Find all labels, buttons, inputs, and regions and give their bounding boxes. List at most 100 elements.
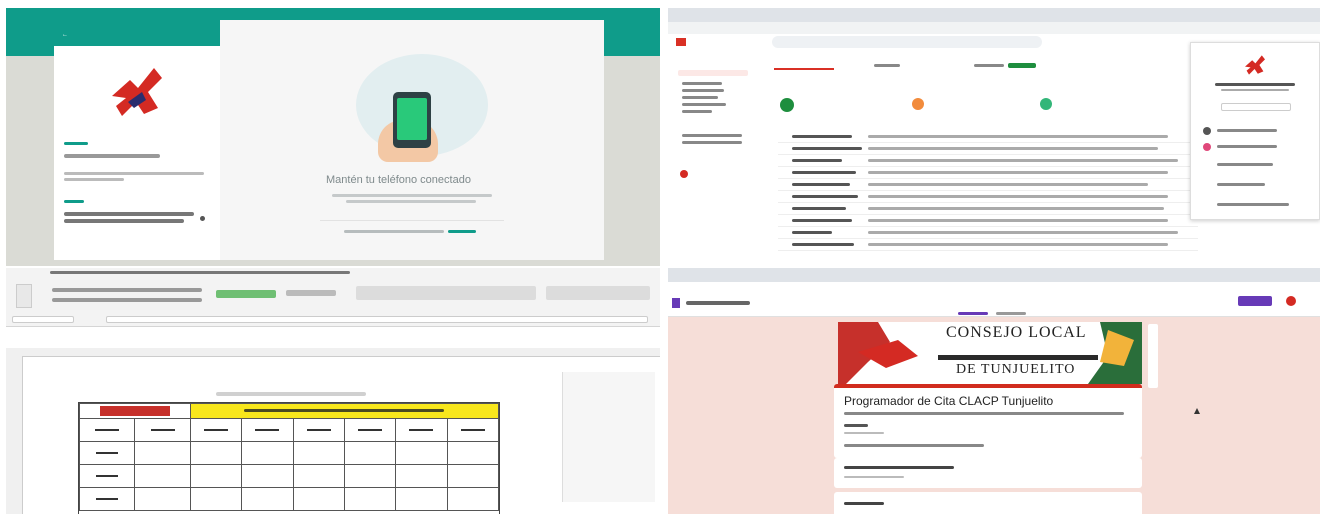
suggestion-avatar-3[interactable] [1040, 98, 1052, 110]
table-cell[interactable] [241, 464, 294, 488]
table-cell[interactable] [292, 441, 345, 465]
sidebar-item-sent[interactable] [682, 96, 718, 99]
styles-gallery[interactable] [356, 286, 536, 300]
number-format-select[interactable] [286, 290, 336, 296]
edit-pencil-icon[interactable] [200, 216, 205, 221]
tab-promotions[interactable] [974, 64, 1004, 67]
form-title-card[interactable]: Programador de Cita CLACP Tunjuelito [834, 384, 1142, 458]
header-cell[interactable] [241, 418, 294, 442]
email-row[interactable] [778, 192, 1198, 203]
send-button[interactable] [1238, 296, 1272, 306]
font-controls[interactable] [52, 288, 202, 292]
email-row[interactable] [778, 132, 1198, 143]
account-item[interactable] [1217, 163, 1273, 166]
suggestion-avatar[interactable] [780, 98, 794, 112]
table-cell[interactable] [395, 464, 448, 488]
header-cell[interactable] [189, 418, 243, 442]
email-row[interactable] [778, 156, 1198, 167]
tab-responses[interactable] [996, 312, 1026, 315]
name-box[interactable] [12, 316, 74, 323]
answer-input[interactable] [844, 476, 904, 478]
download-link-accent[interactable] [448, 230, 476, 233]
windows-download-link[interactable] [344, 230, 444, 233]
table-cell[interactable] [189, 487, 243, 511]
table-cell[interactable] [292, 464, 345, 488]
table-cell[interactable] [343, 441, 397, 465]
question-card[interactable] [834, 492, 1142, 514]
tab-questions[interactable] [958, 312, 988, 315]
table-cell[interactable] [446, 441, 500, 465]
header-cell[interactable] [78, 418, 136, 442]
sidebar-item-snoozed[interactable] [682, 89, 724, 92]
table-cell[interactable] [343, 487, 397, 511]
header-cell[interactable] [343, 418, 397, 442]
header-cell[interactable] [134, 418, 191, 442]
sidebar-item-drafts[interactable] [682, 103, 726, 106]
table-cell[interactable] [343, 464, 397, 488]
table-cell[interactable] [134, 487, 191, 511]
browser-address-bar[interactable] [668, 22, 1320, 34]
account-item[interactable] [1217, 145, 1277, 148]
editing-group[interactable] [546, 286, 650, 300]
question-card[interactable] [834, 458, 1142, 488]
form-help-text [844, 444, 984, 447]
header-cell[interactable] [292, 418, 345, 442]
back-arrow-icon[interactable]: ← [62, 32, 68, 38]
email-row[interactable] [778, 180, 1198, 191]
table-cell[interactable] [395, 441, 448, 465]
mail-search-input[interactable] [772, 36, 1042, 48]
paste-button[interactable] [16, 284, 32, 308]
form-floating-toolbar[interactable] [1148, 324, 1158, 388]
email-row[interactable] [778, 204, 1198, 215]
time-cell[interactable] [78, 487, 136, 511]
sidebar-item-meet[interactable] [682, 134, 742, 137]
table-cell[interactable] [446, 464, 500, 488]
email-row[interactable] [778, 144, 1198, 155]
suggestion-avatar-2[interactable] [912, 98, 924, 110]
table-cell[interactable] [189, 441, 243, 465]
table-cell[interactable] [189, 464, 243, 488]
hangouts-avatar[interactable] [680, 170, 688, 178]
name-label [64, 142, 88, 145]
time-cell[interactable] [78, 441, 136, 465]
merge-center-button[interactable] [216, 290, 276, 298]
account-avatar[interactable] [1203, 127, 1211, 135]
sidebar-item-inbox[interactable] [678, 70, 748, 76]
tab-social[interactable] [874, 64, 900, 67]
table-title-cell[interactable] [189, 403, 500, 419]
whatsapp-web-window: ← Mantén tu teléfono conectado [6, 8, 660, 266]
table-cell[interactable] [395, 487, 448, 511]
table-cell[interactable] [446, 487, 500, 511]
email-row[interactable] [778, 228, 1198, 239]
sidebar-item-starred[interactable] [682, 82, 722, 85]
ribbon-tabs[interactable] [50, 271, 350, 274]
tab-primary[interactable] [774, 58, 834, 70]
email-row[interactable] [778, 216, 1198, 227]
browser-tabstrip [668, 268, 1320, 282]
account-avatar[interactable] [1203, 143, 1211, 151]
sign-out-item[interactable] [1217, 203, 1289, 206]
form-doc-title[interactable] [686, 301, 750, 305]
time-cell[interactable] [78, 464, 136, 488]
manage-account-button[interactable] [1221, 103, 1291, 111]
email-row[interactable] [778, 168, 1198, 179]
formula-bar[interactable] [106, 316, 648, 323]
account-item[interactable] [1217, 129, 1277, 132]
table-cell[interactable] [241, 487, 294, 511]
account-switcher-popup [1190, 42, 1320, 220]
add-account-item[interactable] [1217, 183, 1265, 186]
user-avatar[interactable] [1286, 296, 1296, 306]
table-cell[interactable] [241, 441, 294, 465]
table-cell[interactable] [134, 441, 191, 465]
email-row[interactable] [778, 240, 1198, 251]
sidebar-item-join[interactable] [682, 141, 742, 144]
table-logo-cell[interactable] [79, 403, 191, 419]
header-cell[interactable] [395, 418, 448, 442]
table-cell[interactable] [292, 487, 345, 511]
table-title [244, 409, 445, 412]
header-cell[interactable] [446, 418, 500, 442]
alignment-controls[interactable] [52, 298, 202, 302]
sidebar-item-more[interactable] [682, 110, 712, 113]
field-input[interactable] [844, 432, 884, 434]
table-cell[interactable] [134, 464, 191, 488]
